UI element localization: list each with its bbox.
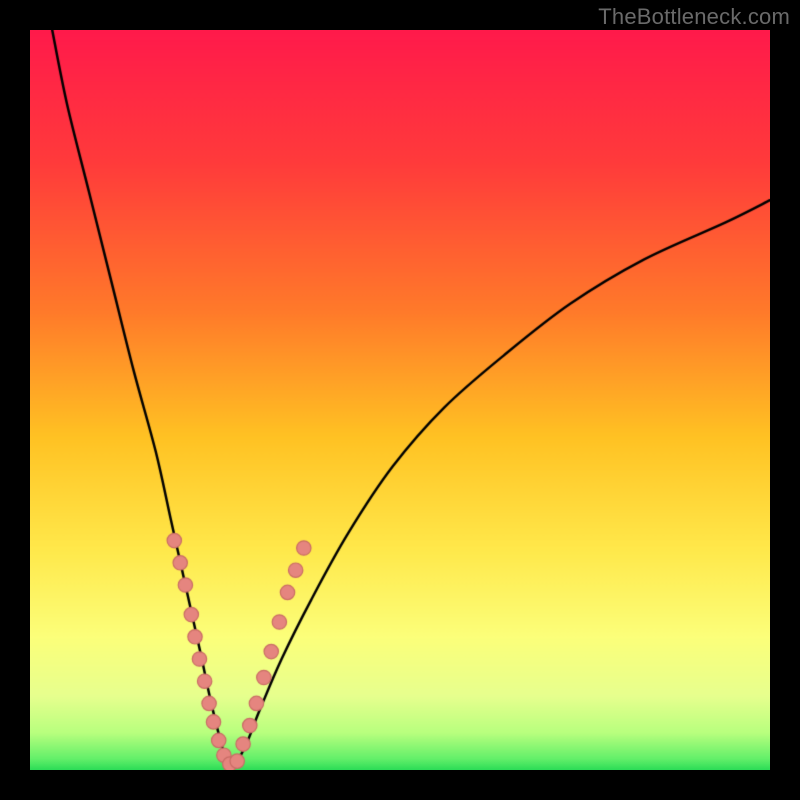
bottleneck-curve [30, 30, 770, 770]
outer-frame: TheBottleneck.com [0, 0, 800, 800]
watermark-text: TheBottleneck.com [598, 4, 790, 30]
